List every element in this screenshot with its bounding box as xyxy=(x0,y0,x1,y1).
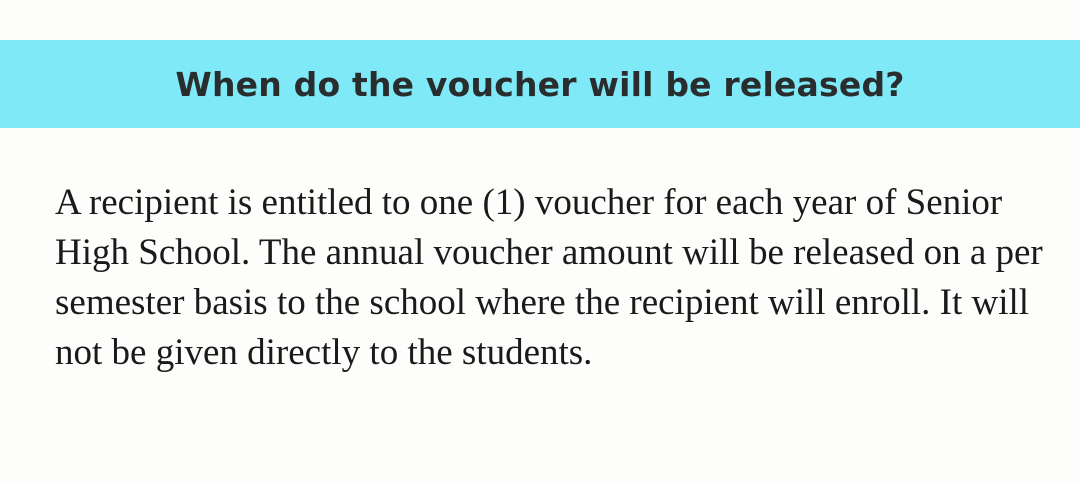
question-header-band: When do the voucher will be released? xyxy=(0,40,1080,128)
faq-page: When do the voucher will be released? A … xyxy=(0,0,1080,482)
faq-answer: A recipient is entitled to one (1) vouch… xyxy=(55,182,1043,373)
faq-question: When do the voucher will be released? xyxy=(175,64,905,104)
